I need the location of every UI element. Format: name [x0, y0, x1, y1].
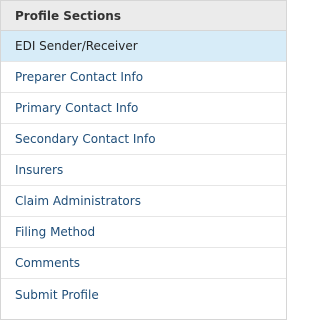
- nav-item-comments[interactable]: Comments: [1, 248, 286, 279]
- panel-header: Profile Sections: [1, 1, 286, 31]
- nav-item-secondary-contact-info[interactable]: Secondary Contact Info: [1, 124, 286, 155]
- nav-item-edi-sender-receiver[interactable]: EDI Sender/Receiver: [1, 31, 286, 62]
- profile-sections-nav: EDI Sender/Receiver Preparer Contact Inf…: [1, 31, 286, 310]
- nav-item-insurers[interactable]: Insurers: [1, 155, 286, 186]
- nav-item-primary-contact-info[interactable]: Primary Contact Info: [1, 93, 286, 124]
- nav-item-claim-administrators[interactable]: Claim Administrators: [1, 186, 286, 217]
- nav-item-submit-profile[interactable]: Submit Profile: [1, 279, 286, 310]
- profile-sections-panel: Profile Sections EDI Sender/Receiver Pre…: [0, 0, 287, 320]
- nav-item-filing-method[interactable]: Filing Method: [1, 217, 286, 248]
- nav-item-preparer-contact-info[interactable]: Preparer Contact Info: [1, 62, 286, 93]
